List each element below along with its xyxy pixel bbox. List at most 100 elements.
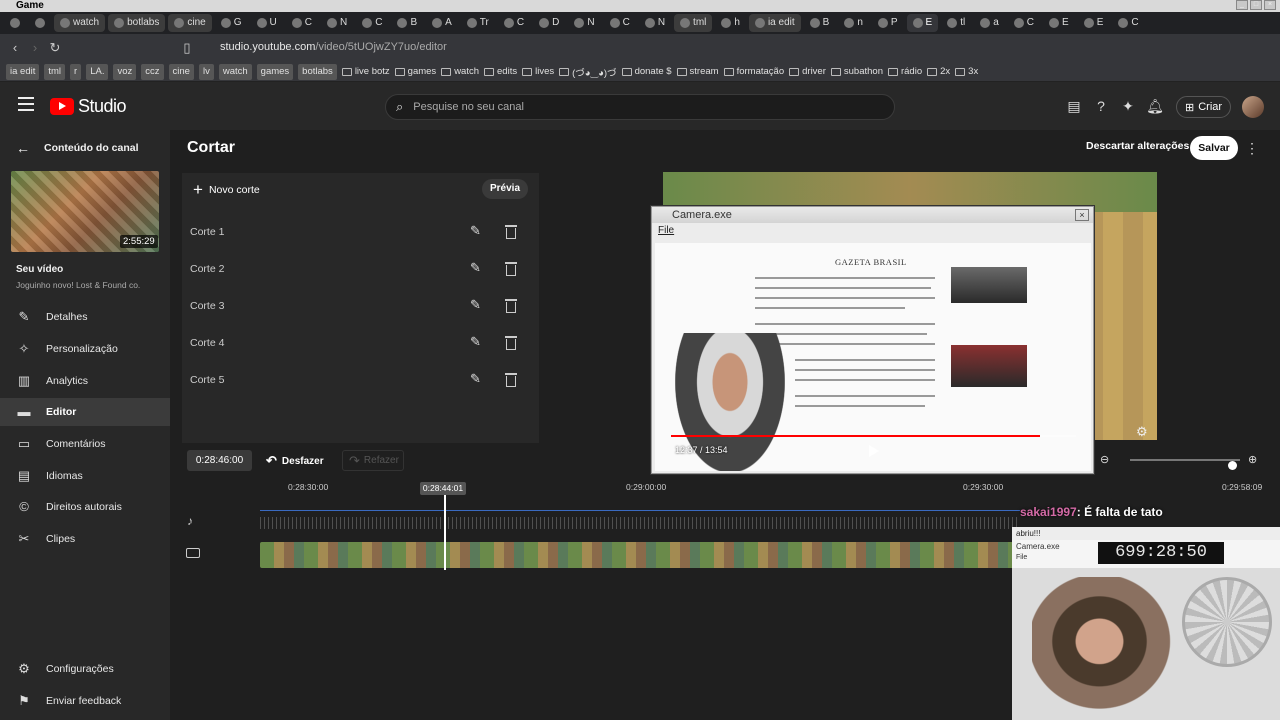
sidebar-footer-item[interactable]: ⚑ Enviar feedback [16,693,121,709]
sidebar-item-clipes[interactable]: ✂ Clipes [16,531,76,547]
audio-track[interactable] [260,510,1020,534]
zoom-slider[interactable] [1130,459,1240,470]
bell-icon[interactable]: 🔔︎ [1146,97,1164,115]
browser-tab[interactable]: cine [168,14,212,32]
forward-icon[interactable]: › [28,41,42,55]
browser-tab[interactable]: C [356,14,388,32]
browser-tab[interactable]: E [1043,14,1075,32]
bookmark-item[interactable]: voz [113,63,137,80]
trash-icon[interactable] [504,260,518,276]
close-icon[interactable]: × [1075,209,1089,221]
player-progress-bar[interactable] [671,435,1076,437]
browser-tab[interactable]: C [604,14,636,32]
trash-icon[interactable] [504,297,518,313]
bookmark-item[interactable]: 2x [927,64,950,80]
camera-file-menu[interactable]: File [658,225,674,236]
video-track[interactable] [260,542,1020,568]
browser-tab[interactable]: C [1008,14,1040,32]
redo-button[interactable]: ↷ Refazer [342,450,404,471]
current-time-input[interactable]: 0:28:46:00 [187,450,252,471]
browser-tab[interactable]: E [1078,14,1110,32]
bookmark-item[interactable]: LA. [86,63,109,80]
settings-gear-icon[interactable]: ⚙ [1136,424,1148,440]
browser-tab[interactable]: A [426,14,458,32]
browser-tab[interactable]: tl [941,14,971,32]
trash-icon[interactable] [504,223,518,239]
trash-icon[interactable] [504,334,518,350]
sidebar-item-personaliza-o[interactable]: ✧ Personalização [16,341,118,357]
bookmark-item[interactable]: stream [676,64,719,80]
bookmark-item[interactable]: driver [789,64,826,80]
browser-tab[interactable]: G [215,14,248,32]
create-button[interactable]: ⊞ Criar [1176,96,1232,118]
sidebar-item-idiomas[interactable]: ▤ Idiomas [16,468,83,484]
bookmark-item[interactable]: ccz [141,63,164,80]
browser-tab[interactable]: C [498,14,530,32]
bookmark-item[interactable]: watch [218,63,252,80]
zoom-slider-knob[interactable] [1228,461,1237,470]
bookmark-item[interactable]: donate $ [621,64,672,80]
studio-logo[interactable]: Studio [50,96,127,117]
edit-pencil-icon[interactable]: ✎ [470,334,481,350]
bookmark-item[interactable]: cine [168,63,194,80]
browser-tab[interactable]: ia edit [748,14,801,32]
search-input[interactable]: ⌕ Pesquise no seu canal [385,94,895,120]
bookmark-item[interactable]: lives [522,64,554,80]
bookmark-item[interactable]: r [70,63,82,80]
zoom-out-icon[interactable]: ⊖ [1100,453,1109,466]
browser-tab[interactable] [29,14,51,32]
bookmark-item[interactable]: rádio [887,64,922,80]
browser-tab[interactable]: botlabs [108,14,166,32]
bookmark-item[interactable]: live botz [341,64,390,80]
bookmark-item[interactable]: subathon [830,64,883,80]
bookmark-item[interactable]: ia edit [6,63,40,80]
close-button[interactable]: × [1264,0,1276,10]
browser-tab[interactable]: watch [54,14,106,32]
browser-tab[interactable]: tml [674,14,713,32]
zoom-in-icon[interactable]: ⊕ [1248,453,1257,466]
avatar[interactable] [1242,96,1264,118]
menu-icon[interactable] [18,97,34,111]
bookmark-item[interactable]: botlabs [298,63,337,80]
bookmark-item[interactable]: (づ◕‿◕)づ [559,64,617,80]
preview-button[interactable]: Prévia [482,179,528,199]
help-icon[interactable]: ? [1092,97,1110,115]
url-bar[interactable]: studio.youtube.com/video/5tUOjwZY7uo/edi… [220,41,447,53]
browser-tab[interactable] [4,14,26,32]
bookmark-item[interactable]: formatação [723,64,784,80]
browser-tab[interactable]: B [804,14,836,32]
reload-icon[interactable]: ↻ [48,41,62,55]
browser-tab[interactable]: a [974,14,1005,32]
edit-pencil-icon[interactable]: ✎ [470,371,481,387]
bookmark-item[interactable]: games [394,64,436,80]
back-to-content-link[interactable]: ← Conteúdo do canal [16,140,139,156]
browser-tab[interactable]: N [321,14,353,32]
browser-tab[interactable]: C [1112,14,1144,32]
sidebar-item-editor[interactable]: ▬ Editor [16,404,77,420]
captions-icon[interactable]: ▤ [1065,97,1083,115]
playhead[interactable] [444,495,446,570]
sidebar-item-direitos-autorais[interactable]: © Direitos autorais [16,499,122,515]
browser-tab[interactable]: N [568,14,600,32]
bookmark-item[interactable]: edits [484,64,517,80]
save-button[interactable]: Salvar [1190,136,1238,160]
more-options-icon[interactable]: ⋮ [1245,140,1259,156]
browser-tab[interactable]: B [391,14,423,32]
browser-tab[interactable]: D [533,14,565,32]
browser-tab[interactable]: n [838,14,869,32]
bookmark-item[interactable]: 3x [955,64,978,80]
browser-tab[interactable]: N [639,14,671,32]
edit-pencil-icon[interactable]: ✎ [470,297,481,313]
new-cut-button[interactable]: + Novo corte [187,181,266,199]
back-icon[interactable]: ‹ [8,41,22,55]
bookmark-item[interactable]: tml [44,63,66,80]
undo-button[interactable]: ↶ Desfazer [266,453,324,469]
trash-icon[interactable] [504,371,518,387]
sidebar-item-coment-rios[interactable]: ▭ Comentários [16,436,106,452]
play-icon[interactable] [869,445,879,457]
browser-tab[interactable]: C [286,14,318,32]
sparkle-icon[interactable]: ✦ [1119,97,1137,115]
browser-tab[interactable]: E [906,14,939,32]
edit-pencil-icon[interactable]: ✎ [470,223,481,239]
minimize-button[interactable]: _ [1236,0,1248,10]
